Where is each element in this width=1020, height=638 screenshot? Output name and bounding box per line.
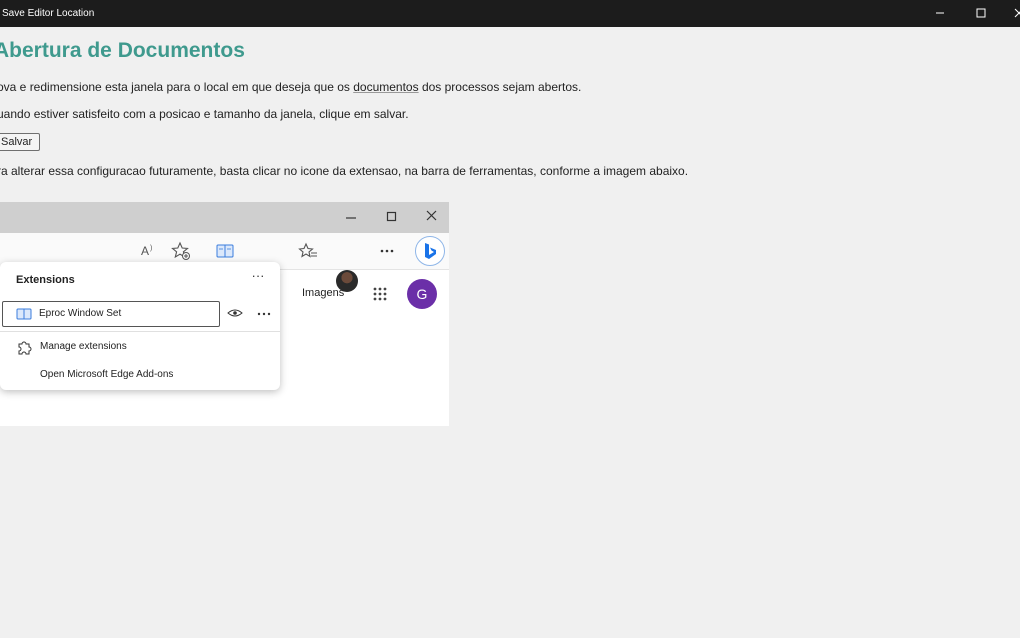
extension-item-eproc[interactable]: Eproc Window Set [2,301,220,327]
bing-icon [425,243,436,259]
illustration-titlebar [0,202,449,233]
minimize-icon [936,12,944,14]
window-title: Save Editor Location [2,8,95,19]
manage-extensions-item[interactable]: Manage extensions [0,336,280,358]
maximize-icon [386,211,397,222]
menu-divider [0,331,280,332]
favorite-add-icon [171,241,190,260]
maximize-icon [976,8,986,18]
instruction-move-resize: ova e redimensione esta janela para o lo… [0,80,581,94]
extensions-menu: Extensions ··· Eproc Window Set Manage e… [0,262,280,390]
more-icon[interactable] [256,311,272,317]
instruction-text: ova e redimensione esta janela para o lo… [0,80,354,94]
save-button[interactable]: Salvar [0,133,41,151]
puzzle-piece-icon [18,341,32,355]
eye-icon[interactable] [227,308,243,318]
extensions-menu-title: Extensions [16,274,75,286]
manage-extensions-label: Manage extensions [40,341,127,352]
close-icon [1014,8,1020,18]
read-aloud-icon: A ) [141,244,152,258]
svg-text:A: A [141,244,149,258]
instruction-text-end: dos processos sejam abertos. [418,80,582,94]
favorites-icon [298,242,317,258]
minimize-button[interactable] [929,3,951,23]
close-button[interactable] [1010,3,1020,23]
images-link[interactable]: Imagens [302,287,344,299]
apps-grid-icon[interactable] [372,286,388,302]
page-title: Abertura de Documentos [0,39,245,62]
svg-text:): ) [150,245,152,252]
account-avatar[interactable]: G [407,279,437,309]
edge-addons-label: Open Microsoft Edge Add-ons [40,369,174,380]
bing-chat-button[interactable] [415,236,445,266]
close-icon [426,210,437,221]
book-icon [16,308,32,320]
more-icon [380,249,394,253]
maximize-button[interactable] [970,3,992,23]
book-icon [216,244,234,258]
instruction-save: uando estiver satisfeito com a posicao e… [0,107,409,121]
extensions-menu-more-button[interactable]: ··· [248,268,268,286]
documents-link[interactable]: documentos [353,80,418,94]
instruction-change-setting: ra alterar essa configuracao futuramente… [0,164,689,178]
minimize-icon [346,217,356,219]
edge-addons-item[interactable]: Open Microsoft Edge Add-ons [0,364,280,386]
window-titlebar: Save Editor Location [0,0,1020,27]
extension-name: Eproc Window Set [39,308,122,319]
